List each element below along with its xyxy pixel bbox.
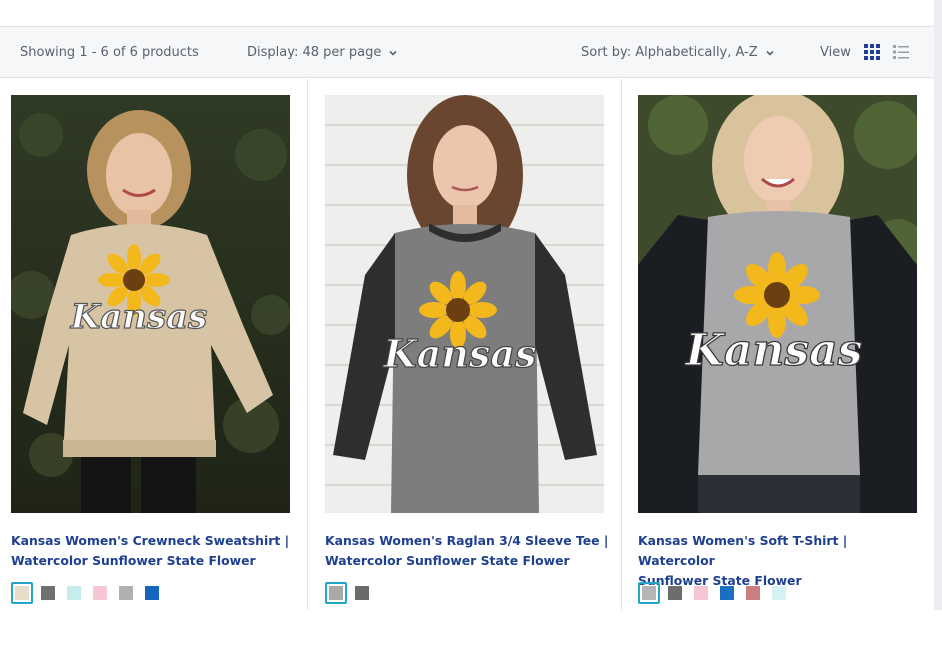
- scrollbar-gutter: [934, 0, 942, 610]
- color-swatch-fill: [67, 586, 81, 600]
- results-count: Showing 1 - 6 of 6 products: [20, 45, 199, 60]
- color-swatch[interactable]: [37, 582, 59, 604]
- product-image-text: Kansas: [383, 331, 537, 376]
- color-swatch-fill: [145, 586, 159, 600]
- product-title-line: Watercolor Sunflower State Flower: [325, 553, 570, 568]
- grid-view-icon: [864, 44, 880, 60]
- color-swatch-fill: [668, 586, 682, 600]
- product-image[interactable]: Kansas: [11, 95, 290, 513]
- color-swatch-fill: [355, 586, 369, 600]
- color-swatch[interactable]: [89, 582, 111, 604]
- product-title-link[interactable]: Kansas Women's Raglan 3/4 Sleeve Tee | W…: [325, 531, 610, 571]
- color-swatch-fill: [746, 586, 760, 600]
- list-view-icon: [893, 45, 909, 59]
- color-swatch[interactable]: [63, 582, 85, 604]
- display-per-page-dropdown[interactable]: Display: 48 per page: [247, 27, 397, 78]
- color-swatch[interactable]: [664, 582, 686, 604]
- product-title-line: Watercolor Sunflower State Flower: [11, 553, 256, 568]
- color-swatch[interactable]: [716, 582, 738, 604]
- color-swatch-fill: [642, 586, 656, 600]
- display-per-page-label: Display: 48 per page: [247, 45, 382, 60]
- color-swatch[interactable]: [11, 582, 33, 604]
- color-swatch-fill: [329, 586, 343, 600]
- color-swatches: [325, 582, 377, 604]
- product-title-line: Kansas Women's Raglan 3/4 Sleeve Tee |: [325, 533, 609, 548]
- color-swatch[interactable]: [690, 582, 712, 604]
- color-swatch-fill: [772, 586, 786, 600]
- color-swatch[interactable]: [638, 582, 660, 604]
- product-grid: Kansas Kansas Women's Crewneck Sweatshir…: [0, 79, 934, 610]
- chevron-down-icon: [389, 49, 397, 57]
- chevron-down-icon: [766, 49, 774, 57]
- product-title-line: Kansas Women's Soft T-Shirt | Watercolor: [638, 533, 848, 568]
- view-label: View: [820, 45, 851, 60]
- grid-view-button[interactable]: [864, 44, 880, 60]
- color-swatch-fill: [93, 586, 107, 600]
- product-image-text: Kansas: [70, 297, 208, 337]
- color-swatch-fill: [41, 586, 55, 600]
- product-image[interactable]: Kansas: [325, 95, 604, 513]
- top-strip: [0, 0, 934, 27]
- color-swatch-fill: [119, 586, 133, 600]
- color-swatch-fill: [15, 586, 29, 600]
- product-title-link[interactable]: Kansas Women's Crewneck Sweatshirt | Wat…: [11, 531, 296, 571]
- sort-label: Sort by: Alphabetically, A-Z: [581, 45, 758, 60]
- sort-dropdown[interactable]: Sort by: Alphabetically, A-Z: [581, 27, 774, 78]
- product-image[interactable]: Kansas: [638, 95, 917, 513]
- color-swatch-fill: [694, 586, 708, 600]
- collection-toolbar: Showing 1 - 6 of 6 products Display: 48 …: [0, 27, 934, 78]
- product-title-line: Kansas Women's Crewneck Sweatshirt |: [11, 533, 290, 548]
- product-card: Kansas Kansas Women's Raglan 3/4 Sleeve …: [308, 79, 622, 610]
- color-swatch[interactable]: [742, 582, 764, 604]
- product-card: Kansas Kansas Women's Crewneck Sweatshir…: [0, 79, 308, 610]
- product-card: Kansas Kansas Women's Soft T-Shirt | Wat…: [622, 79, 934, 610]
- product-image-text: Kansas: [684, 325, 863, 376]
- color-swatch[interactable]: [351, 582, 373, 604]
- color-swatch[interactable]: [141, 582, 163, 604]
- color-swatch[interactable]: [768, 582, 790, 604]
- color-swatch[interactable]: [325, 582, 347, 604]
- collection-page: Showing 1 - 6 of 6 products Display: 48 …: [0, 0, 934, 610]
- color-swatch-fill: [720, 586, 734, 600]
- list-view-button[interactable]: [893, 44, 909, 60]
- color-swatch[interactable]: [115, 582, 137, 604]
- color-swatches: [638, 582, 794, 604]
- color-swatches: [11, 582, 167, 604]
